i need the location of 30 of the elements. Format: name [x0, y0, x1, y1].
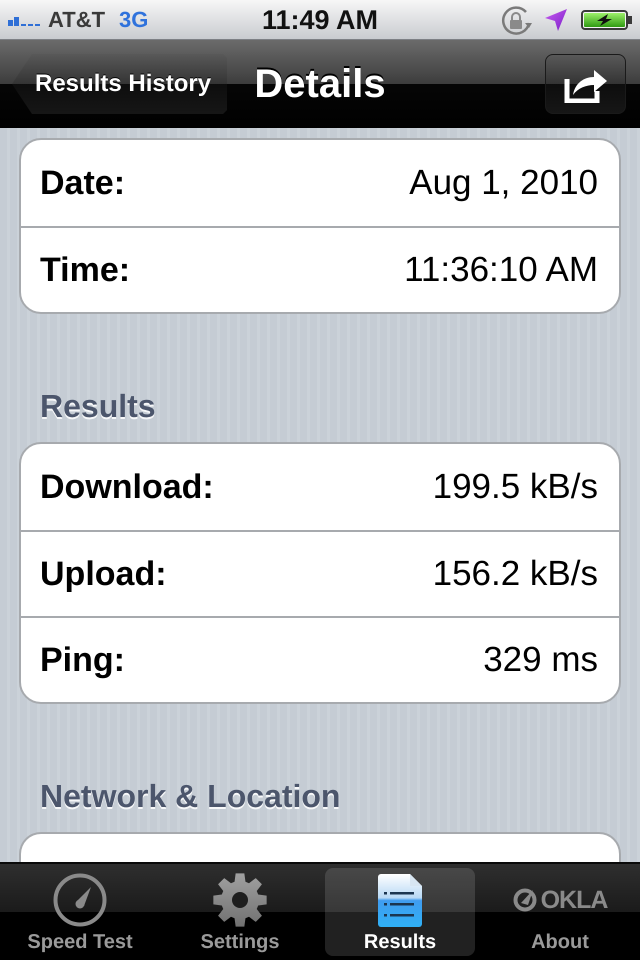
tab-button[interactable]: Settings: [165, 868, 315, 956]
tab-button[interactable]: Results: [325, 868, 475, 956]
location-arrow-icon: [545, 8, 567, 30]
row-value: 156.2 kB/s: [432, 554, 598, 594]
network-type: 3G: [119, 6, 148, 32]
tab-button[interactable]: Speed Test: [5, 868, 155, 956]
row-label: Date:: [40, 163, 126, 203]
logo-wordmark: OKLA: [540, 887, 608, 913]
gear-icon: [213, 873, 267, 927]
clock-time: 11:49 AM: [262, 4, 378, 36]
gauge-icon: [53, 873, 107, 927]
row-value: 199.5 kB/s: [432, 467, 598, 507]
battery-icon: [581, 10, 632, 30]
row-label: Download:: [40, 467, 214, 507]
row-label: Time:: [40, 250, 130, 290]
document-icon: [378, 874, 422, 926]
row-label: Ping:: [40, 640, 125, 680]
row-value: 329 ms: [483, 640, 598, 680]
gauge-logo-icon: [512, 888, 537, 912]
rotation-lock-icon: [499, 4, 533, 36]
section-header: Network & Location: [40, 777, 340, 816]
carrier-name: AT&T: [48, 6, 106, 32]
row-value: Aug 1, 2010: [409, 163, 598, 203]
share-button[interactable]: [545, 54, 626, 114]
row-label: Upload:: [40, 554, 167, 594]
row-value: 11:36:10 AM: [404, 250, 598, 290]
tab-button[interactable]: OKLA About: [485, 868, 635, 956]
screen-title: Details: [254, 61, 386, 107]
back-button[interactable]: Results History: [12, 54, 228, 114]
section-header: Results: [40, 387, 156, 426]
